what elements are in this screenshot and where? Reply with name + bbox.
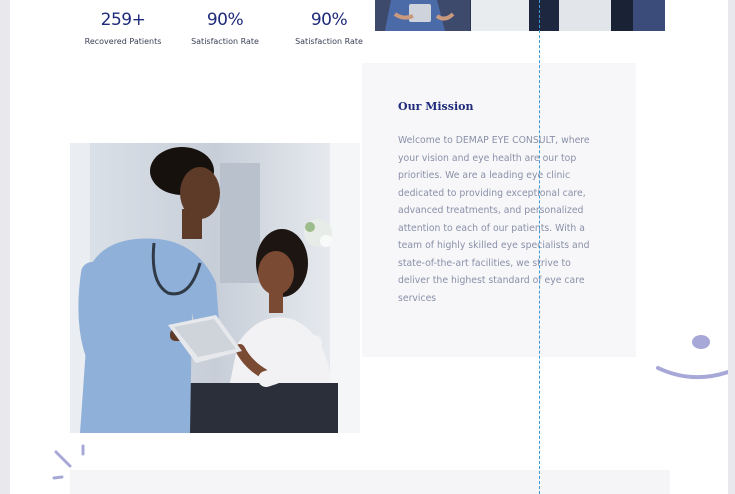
photo-art bbox=[70, 143, 360, 433]
stat-recovered-patients: 259+ Recovered Patients bbox=[68, 8, 178, 47]
stat-satisfaction-rate: 90% Satisfaction Rate bbox=[170, 8, 280, 47]
stat-label: Recovered Patients bbox=[84, 37, 162, 46]
stat-value: 259+ bbox=[100, 10, 146, 30]
stat-label: Satisfaction Rate bbox=[295, 37, 363, 46]
mission-title: Our Mission bbox=[398, 100, 474, 113]
stat-label: Satisfaction Rate bbox=[191, 37, 259, 46]
decorative-spark-shape bbox=[52, 444, 85, 480]
team-photo bbox=[375, 0, 665, 31]
stat-value: 90% bbox=[206, 10, 244, 30]
page: 259+ Recovered Patients 90% Satisfaction… bbox=[10, 0, 728, 494]
stat-satisfaction-rate-2: 90% Satisfaction Rate bbox=[274, 8, 384, 47]
team-photo-art bbox=[375, 0, 665, 31]
alignment-guide-line bbox=[539, 0, 540, 494]
nurse-and-patient-photo bbox=[70, 143, 360, 433]
stat-value: 90% bbox=[310, 10, 348, 30]
mission-card: Our Mission Welcome to DEMAP EYE CONSULT… bbox=[362, 63, 636, 357]
next-section-background bbox=[70, 470, 670, 494]
decorative-smile-shape bbox=[656, 335, 728, 380]
mission-body: Welcome to DEMAP EYE CONSULT, where your… bbox=[398, 135, 590, 304]
